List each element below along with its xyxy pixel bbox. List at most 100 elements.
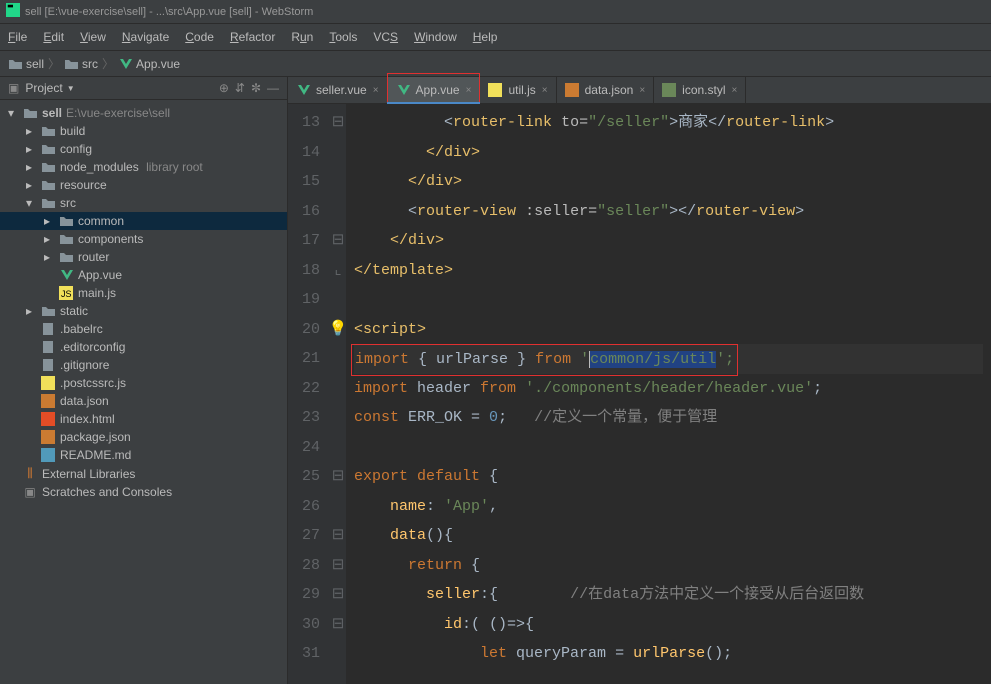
sidebar-header: ▣ Project ▼ ⊕ ⇵ ✼ — xyxy=(0,77,287,100)
tab-data[interactable]: data.json × xyxy=(557,77,655,103)
tree-node-resource[interactable]: ▸resource xyxy=(0,176,287,194)
tree-node-scratches[interactable]: ▣Scratches and Consoles xyxy=(0,483,287,501)
tree-node-router[interactable]: ▸router xyxy=(0,248,287,266)
tree-node-postcssrc[interactable]: .postcssrc.js xyxy=(0,374,287,392)
js-icon xyxy=(488,83,502,97)
menu-run[interactable]: Run xyxy=(283,27,321,47)
tree-node-packagejson[interactable]: package.json xyxy=(0,428,287,446)
folder-icon xyxy=(64,57,78,71)
project-sidebar: ▣ Project ▼ ⊕ ⇵ ✼ — ▾ sell E:\vue-exercis… xyxy=(0,77,288,684)
close-icon[interactable]: × xyxy=(542,85,548,96)
json-icon xyxy=(40,394,56,408)
target-icon[interactable]: ⊕ xyxy=(219,81,229,95)
project-dropdown[interactable]: Project ▼ xyxy=(25,81,212,95)
svg-text:JS: JS xyxy=(61,289,72,299)
breadcrumb[interactable]: sell 〉 src 〉 App.vue xyxy=(8,55,180,72)
tab-label: App.vue xyxy=(416,83,460,97)
tab-label: util.js xyxy=(508,83,535,97)
menubar: File Edit View Navigate Code Refactor Ru… xyxy=(0,24,991,51)
tab-label: seller.vue xyxy=(316,83,367,97)
menu-help[interactable]: Help xyxy=(465,27,506,47)
folder-icon xyxy=(22,106,38,120)
editor-area: seller.vue × App.vue × util.js × data.js… xyxy=(288,77,991,684)
menu-file[interactable]: File xyxy=(0,27,35,47)
html-icon xyxy=(40,412,56,426)
window-title: sell [E:\vue-exercise\sell] - ...\src\Ap… xyxy=(25,6,313,18)
chevron-down-icon: ▾ xyxy=(8,106,18,120)
menu-view[interactable]: View xyxy=(72,27,114,47)
breadcrumb-bar: sell 〉 src 〉 App.vue xyxy=(0,51,991,77)
vue-icon xyxy=(118,57,132,71)
tab-util[interactable]: util.js × xyxy=(480,77,556,103)
project-label-text: Project xyxy=(25,81,62,95)
tree-node-components[interactable]: ▸components xyxy=(0,230,287,248)
tree-label: build xyxy=(60,124,283,138)
vue-icon xyxy=(58,268,74,282)
chevron-down-icon: ▼ xyxy=(67,84,75,93)
menu-vcs[interactable]: VCS xyxy=(365,27,406,47)
bulb-icon[interactable]: 💡 xyxy=(329,315,348,345)
app-icon xyxy=(6,3,20,20)
error-highlight: import { urlParse } from 'common/js/util… xyxy=(351,344,738,376)
breadcrumb-folder: src xyxy=(82,57,98,71)
tab-app[interactable]: App.vue × xyxy=(388,77,481,103)
breadcrumb-root: sell xyxy=(26,57,44,71)
titlebar: sell [E:\vue-exercise\sell] - ...\src\Ap… xyxy=(0,0,991,24)
gear-icon[interactable]: ✼ xyxy=(251,81,261,95)
library-icon: ⫼ xyxy=(22,466,38,481)
tree-node-build[interactable]: ▸ build xyxy=(0,122,287,140)
tree-node-gitignore[interactable]: .gitignore xyxy=(0,356,287,374)
menu-window[interactable]: Window xyxy=(406,27,465,47)
sidebar-toggle-icon[interactable]: ▣ xyxy=(8,81,19,95)
code-editor[interactable]: 13141516171819202122232425262728293031 ⊟… xyxy=(288,104,991,684)
project-tree: ▾ sell E:\vue-exercise\sell ▸ build ▸confi… xyxy=(0,100,287,684)
tree-node-mainjs[interactable]: JSmain.js xyxy=(0,284,287,302)
menu-edit[interactable]: Edit xyxy=(35,27,72,47)
close-icon[interactable]: × xyxy=(639,85,645,96)
tree-label: sell xyxy=(42,106,62,120)
tree-node-src[interactable]: ▾src xyxy=(0,194,287,212)
tree-path: E:\vue-exercise\sell xyxy=(66,106,170,120)
tab-label: data.json xyxy=(585,83,634,97)
tree-node-babelrc[interactable]: .babelrc xyxy=(0,320,287,338)
tree-node-indexhtml[interactable]: index.html xyxy=(0,410,287,428)
editor-tabs: seller.vue × App.vue × util.js × data.js… xyxy=(288,77,991,104)
chevron-right-icon: ▸ xyxy=(26,124,36,138)
tree-node-datajson[interactable]: data.json xyxy=(0,392,287,410)
tree-node-node-modules[interactable]: ▸node_modules library root xyxy=(0,158,287,176)
breadcrumb-sep: 〉 xyxy=(48,55,60,72)
tree-node-common[interactable]: ▸common xyxy=(0,212,287,230)
menu-tools[interactable]: Tools xyxy=(321,27,365,47)
tree-node-readme[interactable]: README.md xyxy=(0,446,287,464)
tree-node-static[interactable]: ▸static xyxy=(0,302,287,320)
md-icon xyxy=(40,448,56,462)
js-icon xyxy=(40,376,56,390)
collapse-icon[interactable]: ⇵ xyxy=(235,81,245,95)
menu-navigate[interactable]: Navigate xyxy=(114,27,177,47)
tree-node-external-libraries[interactable]: ⫼External Libraries xyxy=(0,464,287,483)
close-icon[interactable]: × xyxy=(373,85,379,96)
code-content[interactable]: <router-link to="/seller">商家</router-lin… xyxy=(346,104,991,684)
vue-icon xyxy=(296,83,310,97)
close-icon[interactable]: × xyxy=(732,85,738,96)
menu-code[interactable]: Code xyxy=(177,27,222,47)
folder-icon xyxy=(8,57,22,71)
line-gutter: 13141516171819202122232425262728293031 xyxy=(288,104,330,684)
styl-icon xyxy=(662,83,676,97)
tree-node-config[interactable]: ▸config xyxy=(0,140,287,158)
scratch-icon: ▣ xyxy=(22,485,38,499)
tree-node-editorconfig[interactable]: .editorconfig xyxy=(0,338,287,356)
menu-refactor[interactable]: Refactor xyxy=(222,27,283,47)
close-icon[interactable]: × xyxy=(466,85,472,96)
js-icon: JS xyxy=(58,286,74,300)
vue-icon xyxy=(396,83,410,97)
hide-icon[interactable]: — xyxy=(267,81,279,95)
tab-seller[interactable]: seller.vue × xyxy=(288,77,388,103)
tab-icon[interactable]: icon.styl × xyxy=(654,77,746,103)
folder-icon xyxy=(40,124,56,138)
tree-node-appvue[interactable]: App.vue xyxy=(0,266,287,284)
breadcrumb-sep: 〉 xyxy=(102,55,114,72)
tree-node-sell[interactable]: ▾ sell E:\vue-exercise\sell xyxy=(0,104,287,122)
json-icon xyxy=(565,83,579,97)
file-icon xyxy=(40,322,56,336)
